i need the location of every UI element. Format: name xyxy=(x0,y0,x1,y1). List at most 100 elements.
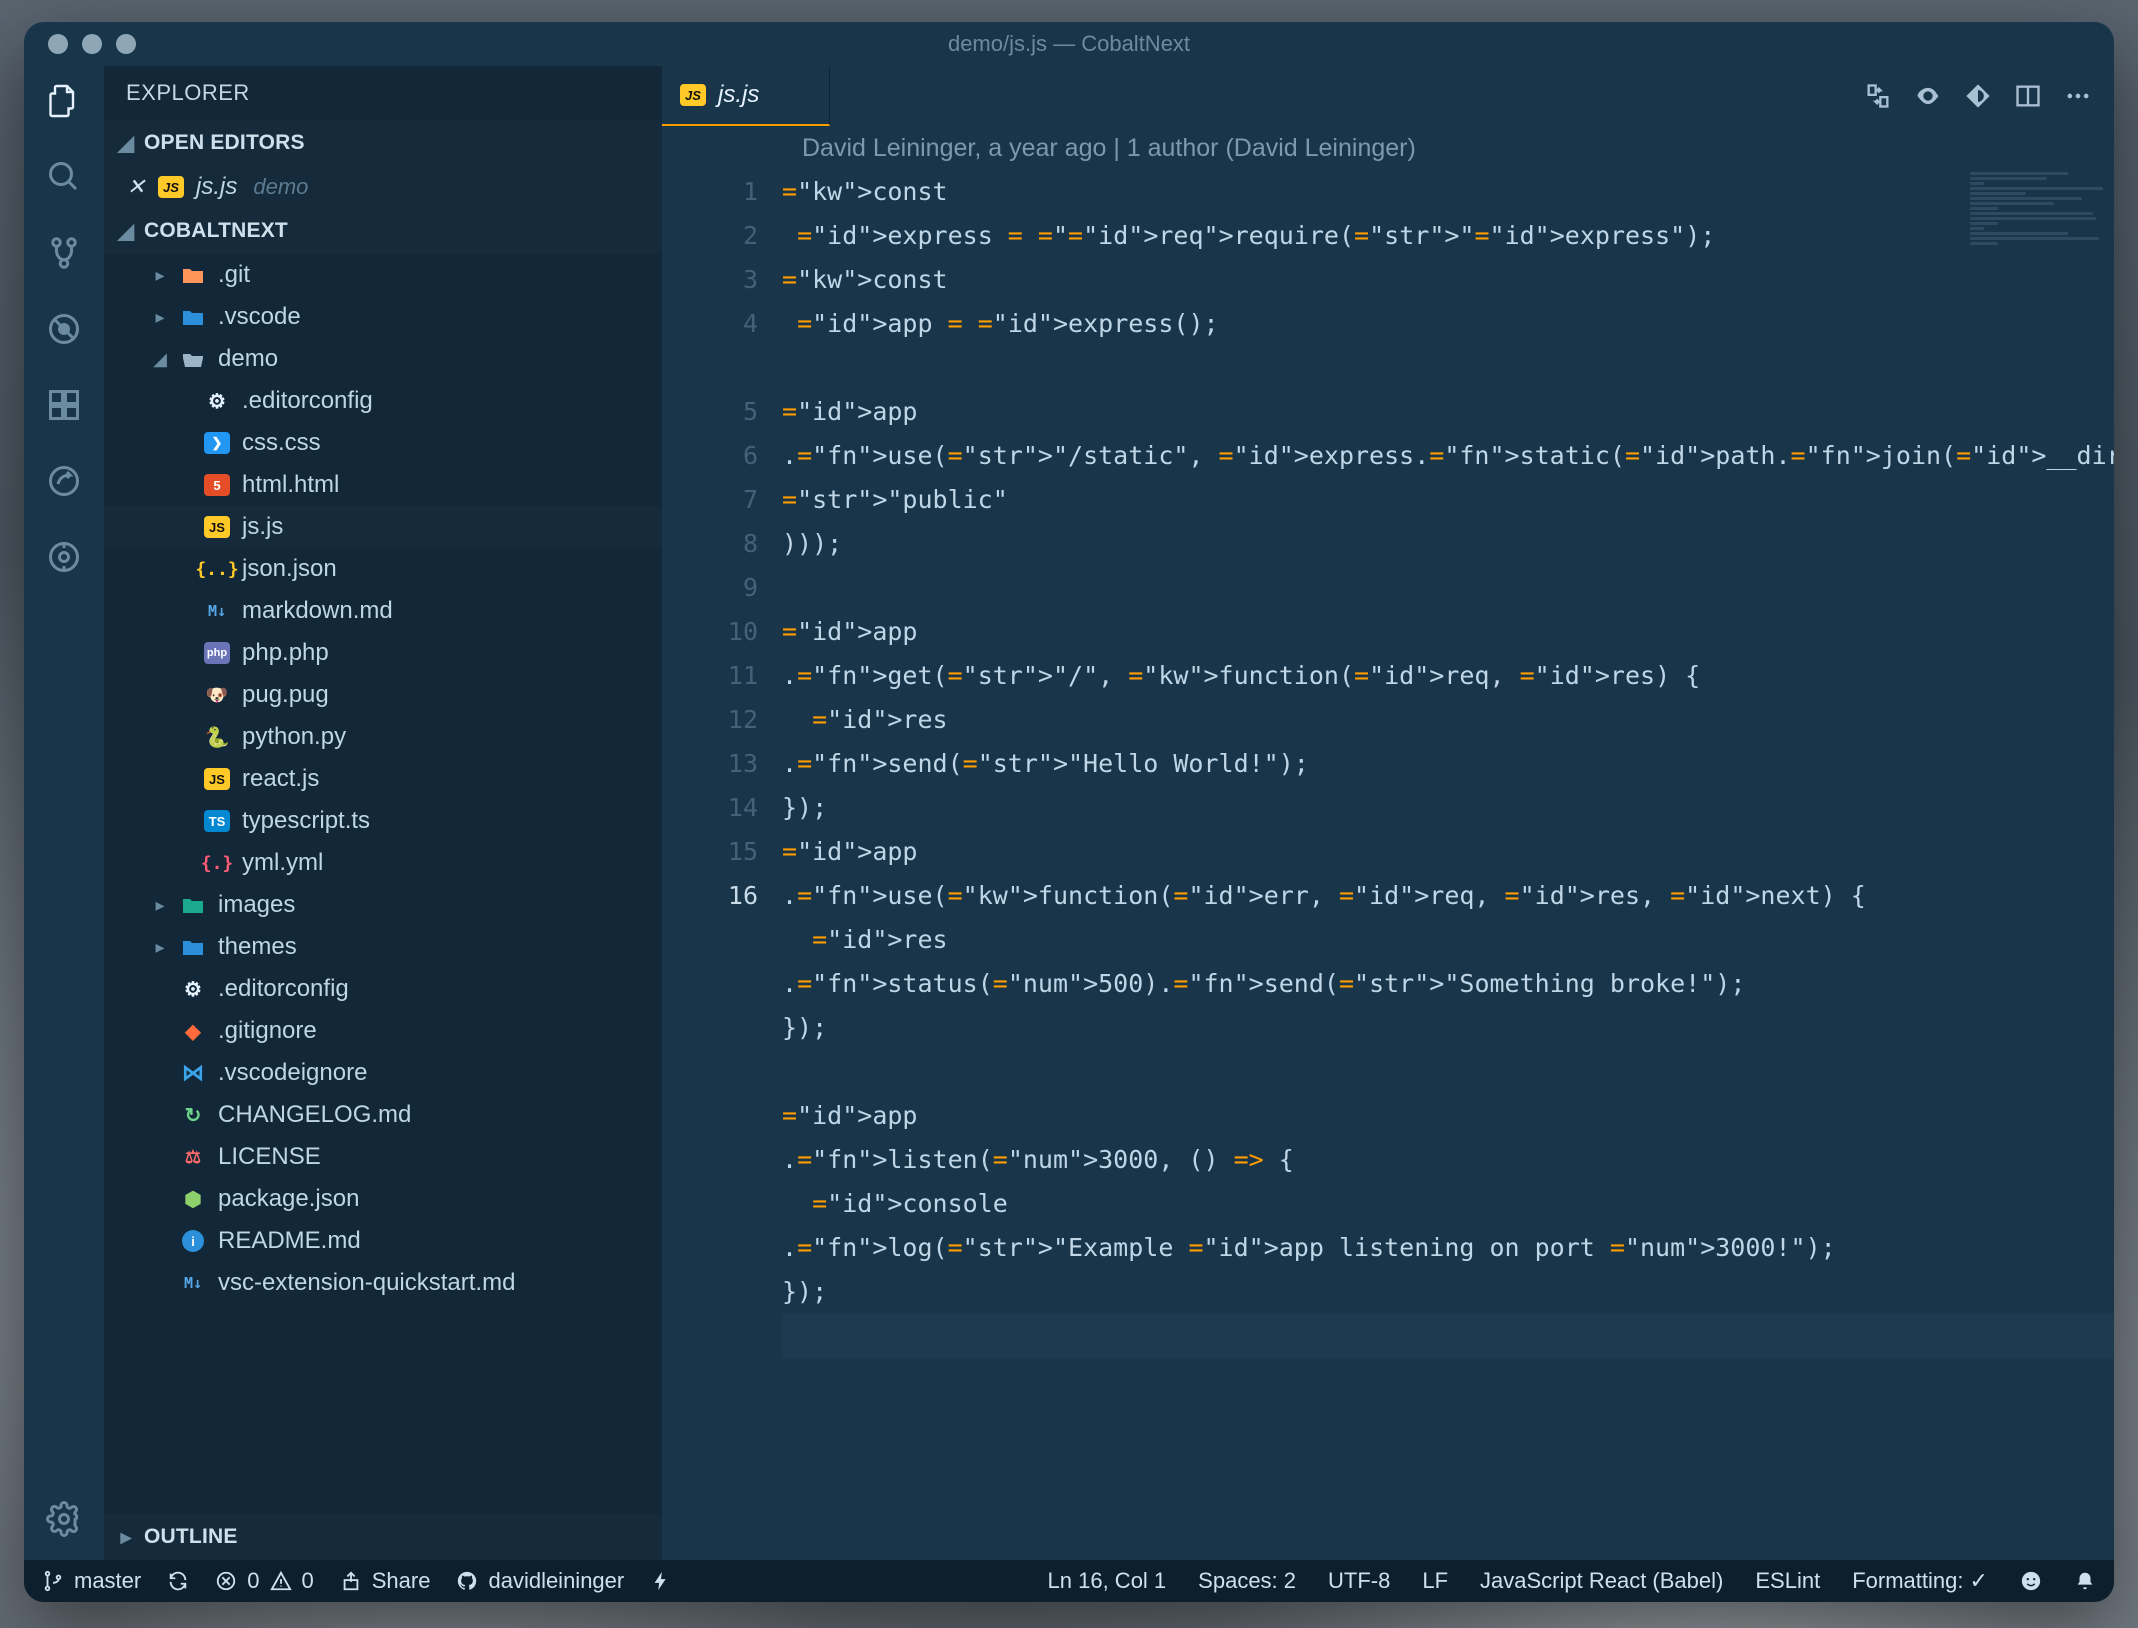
file-item[interactable]: iREADME.md xyxy=(104,1220,662,1262)
status-branch[interactable]: master xyxy=(42,1568,141,1594)
file-item[interactable]: {..}json.json xyxy=(104,548,662,590)
file-name: CHANGELOG.md xyxy=(218,1101,411,1129)
source-control-icon[interactable] xyxy=(45,234,83,272)
file-item[interactable]: JSreact.js xyxy=(104,758,662,800)
status-linter[interactable]: ESLint xyxy=(1755,1568,1820,1594)
chevron-right-icon: ▸ xyxy=(152,265,168,286)
status-eol[interactable]: LF xyxy=(1422,1568,1448,1594)
section-outline[interactable]: ▸ OUTLINE xyxy=(104,1514,662,1560)
status-bell-icon[interactable] xyxy=(2074,1570,2096,1592)
folder-item[interactable]: ▸.git xyxy=(104,254,662,296)
file-icon: 🐍 xyxy=(204,724,230,750)
file-name: .gitignore xyxy=(218,1017,317,1045)
file-name: .vscode xyxy=(218,303,301,331)
file-name: markdown.md xyxy=(242,597,393,625)
file-item[interactable]: TStypescript.ts xyxy=(104,800,662,842)
window-title: demo/js.js — CobaltNext xyxy=(24,31,2114,57)
code-area[interactable]: 12345678910111213141516 ="kw">const ="id… xyxy=(662,170,2114,1560)
file-item[interactable]: ⚙ .editorconfig xyxy=(104,968,662,1010)
file-item[interactable]: ⬢package.json xyxy=(104,1178,662,1220)
file-name: js.js xyxy=(242,513,283,541)
status-formatting[interactable]: Formatting: ✓ xyxy=(1852,1568,1988,1594)
status-github[interactable]: davidleininger xyxy=(456,1568,624,1594)
reveal-icon[interactable] xyxy=(1914,82,1942,110)
source-control-diff-icon[interactable] xyxy=(1964,82,1992,110)
status-cursor[interactable]: Ln 16, Col 1 xyxy=(1048,1568,1167,1594)
file-name: typescript.ts xyxy=(242,807,370,835)
close-icon[interactable]: ✕ xyxy=(126,174,146,200)
file-icon: ⚙ xyxy=(180,976,206,1002)
file-item[interactable]: ⋈.vscodeignore xyxy=(104,1052,662,1094)
window-close[interactable] xyxy=(48,34,68,54)
open-editor-folder: demo xyxy=(253,174,308,200)
file-item[interactable]: M↓markdown.md xyxy=(104,590,662,632)
search-icon[interactable] xyxy=(45,158,83,196)
status-problems[interactable]: 0 0 xyxy=(215,1568,314,1594)
more-icon[interactable] xyxy=(2064,82,2092,110)
vscode-window: demo/js.js — CobaltNext xyxy=(24,22,2114,1602)
file-item[interactable]: 5html.html xyxy=(104,464,662,506)
extensions-icon[interactable] xyxy=(45,386,83,424)
file-item[interactable]: JS js.js xyxy=(104,506,662,548)
file-name: LICENSE xyxy=(218,1143,321,1171)
tab-jsjs[interactable]: JS js.js xyxy=(662,66,830,126)
file-icon xyxy=(180,262,206,288)
explorer-sidebar: EXPLORER ◢ OPEN EDITORS ✕ JS js.js demo … xyxy=(104,66,662,1560)
chevron-right-icon: ▸ xyxy=(152,937,168,958)
split-editor-icon[interactable] xyxy=(2014,82,2042,110)
window-minimize[interactable] xyxy=(82,34,102,54)
status-sync[interactable] xyxy=(167,1570,189,1592)
status-share[interactable]: Share xyxy=(340,1568,431,1594)
folder-item[interactable]: ▸images xyxy=(104,884,662,926)
status-indent[interactable]: Spaces: 2 xyxy=(1198,1568,1296,1594)
file-name: themes xyxy=(218,933,297,961)
status-encoding[interactable]: UTF-8 xyxy=(1328,1568,1390,1594)
folder-item[interactable]: ▸ themes xyxy=(104,926,662,968)
file-item[interactable]: phpphp.php xyxy=(104,632,662,674)
gitlens-icon[interactable] xyxy=(45,538,83,576)
folder-item[interactable]: ▸ .vscode xyxy=(104,296,662,338)
file-name: .editorconfig xyxy=(242,387,373,415)
section-open-editors[interactable]: ◢ OPEN EDITORS xyxy=(104,120,662,166)
gitlens-blame: David Leininger, a year ago | 1 author (… xyxy=(662,126,2114,170)
status-feedback-icon[interactable] xyxy=(2020,1570,2042,1592)
file-item[interactable]: 🐶pug.pug xyxy=(104,674,662,716)
live-share-icon[interactable] xyxy=(45,462,83,500)
file-icon: M↓ xyxy=(180,1270,206,1296)
chevron-down-icon: ◢ xyxy=(152,349,168,370)
file-item[interactable]: ⚖LICENSE xyxy=(104,1136,662,1178)
titlebar: demo/js.js — CobaltNext xyxy=(24,22,2114,66)
line-gutter: 12345678910111213141516 xyxy=(662,170,782,1560)
file-item[interactable]: M↓vsc-extension-quickstart.md xyxy=(104,1262,662,1304)
file-item[interactable]: ⚙.editorconfig xyxy=(104,380,662,422)
section-workspace[interactable]: ◢ COBALTNEXT xyxy=(104,208,662,254)
settings-gear-icon[interactable] xyxy=(45,1500,83,1538)
chevron-right-icon: ▸ xyxy=(152,307,168,328)
window-controls xyxy=(24,34,136,54)
status-language[interactable]: JavaScript React (Babel) xyxy=(1480,1568,1723,1594)
folder-item[interactable]: ◢ demo xyxy=(104,338,662,380)
open-editor-item[interactable]: ✕ JS js.js demo xyxy=(104,166,662,208)
file-item[interactable]: {.}yml.yml xyxy=(104,842,662,884)
file-icon: JS xyxy=(204,514,230,540)
file-name: demo xyxy=(218,345,278,373)
file-name: .editorconfig xyxy=(218,975,349,1003)
file-icon: i xyxy=(180,1228,206,1254)
tabs-bar: JS js.js xyxy=(662,66,2114,126)
file-icon: ⬢ xyxy=(180,1186,206,1212)
git-compare-icon[interactable] xyxy=(1864,82,1892,110)
file-item[interactable]: ◆.gitignore xyxy=(104,1010,662,1052)
editor-actions xyxy=(1864,66,2114,126)
file-name: json.json xyxy=(242,555,337,583)
file-item[interactable]: ↻CHANGELOG.md xyxy=(104,1094,662,1136)
explorer-icon[interactable] xyxy=(45,82,83,120)
section-label: OPEN EDITORS xyxy=(144,131,305,155)
debug-icon[interactable] xyxy=(45,310,83,348)
status-bolt[interactable] xyxy=(650,1570,672,1592)
chevron-right-icon: ▸ xyxy=(152,895,168,916)
file-item[interactable]: ❯css.css xyxy=(104,422,662,464)
window-zoom[interactable] xyxy=(116,34,136,54)
file-item[interactable]: 🐍python.py xyxy=(104,716,662,758)
file-name: css.css xyxy=(242,429,321,457)
chevron-down-icon: ◢ xyxy=(118,131,134,156)
